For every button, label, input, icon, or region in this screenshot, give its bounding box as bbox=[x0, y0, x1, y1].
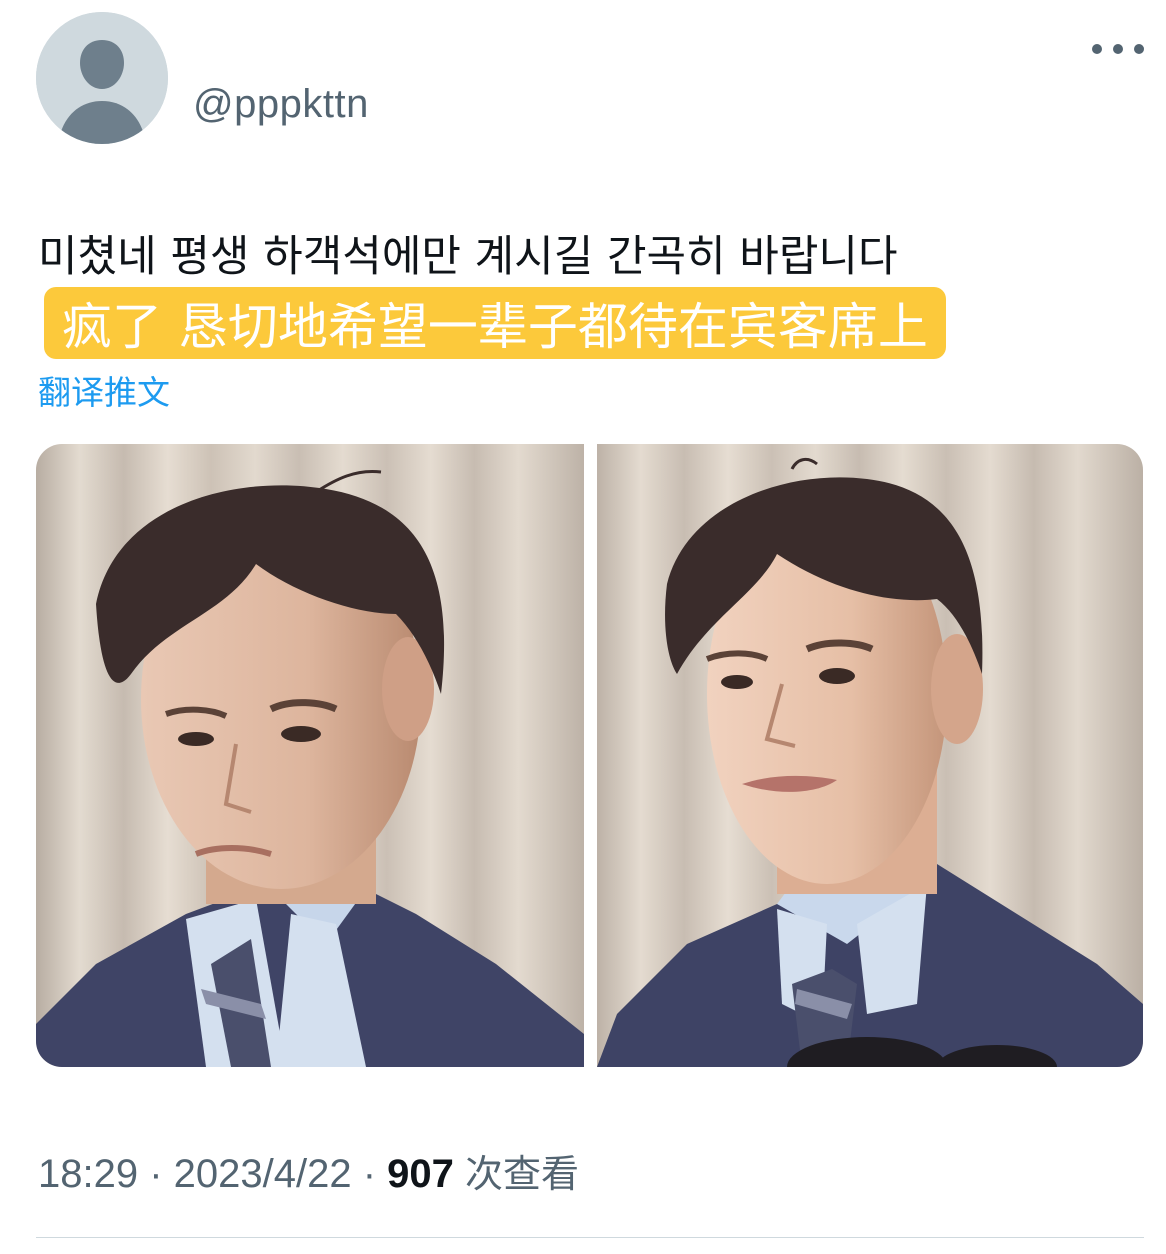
meta-separator: · bbox=[351, 1152, 388, 1196]
meta-separator: · bbox=[138, 1152, 174, 1196]
tweet-detail: @pppkttn 미쳤네 평생 하객석에만 계시길 간곡히 바랍니다 疯了 恳切… bbox=[0, 0, 1166, 1254]
translate-tweet-link[interactable]: 翻译推文 bbox=[38, 366, 170, 414]
translation-text: 疯了 恳切地希望一辈子都待在宾客席上 bbox=[62, 298, 928, 356]
more-options-button[interactable] bbox=[1092, 34, 1144, 64]
views-label: 次查看 bbox=[465, 1152, 580, 1196]
author-handle[interactable]: @pppkttn bbox=[193, 82, 369, 127]
divider bbox=[36, 1237, 1144, 1238]
media-gallery bbox=[36, 444, 1143, 1067]
tweet-date: 2023/4/22 bbox=[173, 1152, 352, 1196]
tweet-meta: 18:29 · 2023/4/22 · 907 次查看 bbox=[38, 1143, 579, 1198]
tweet-text: 미쳤네 평생 하객석에만 계시길 간곡히 바랍니다 bbox=[38, 232, 898, 282]
photo-image bbox=[597, 444, 1143, 1067]
views-count: 907 bbox=[387, 1152, 454, 1196]
avatar[interactable] bbox=[36, 12, 168, 144]
photo-image bbox=[36, 444, 584, 1067]
photo-2[interactable] bbox=[597, 444, 1143, 1067]
tweet-time: 18:29 bbox=[38, 1152, 139, 1196]
more-horizontal-icon bbox=[1092, 44, 1102, 54]
more-horizontal-icon bbox=[1113, 44, 1123, 54]
more-horizontal-icon bbox=[1134, 44, 1144, 54]
photo-1[interactable] bbox=[36, 444, 584, 1067]
media-gap bbox=[584, 444, 597, 1067]
default-profile-icon bbox=[36, 12, 168, 144]
translation-highlight: 疯了 恳切地希望一辈子都待在宾客席上 bbox=[44, 287, 946, 359]
